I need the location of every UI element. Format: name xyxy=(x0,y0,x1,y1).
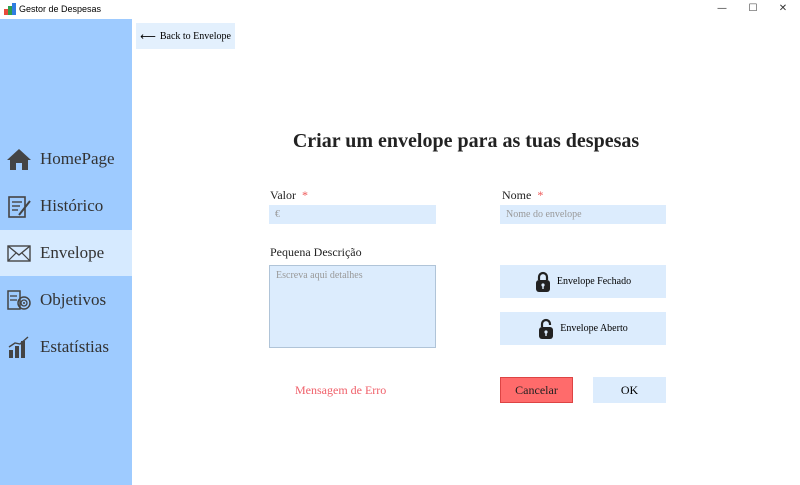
target-icon xyxy=(7,290,31,310)
page-title: Criar um envelope para as tuas despesas xyxy=(292,130,640,152)
sidebar-item-label: Histórico xyxy=(40,196,104,215)
history-icon xyxy=(8,196,31,218)
envelope-fechado-label: Envelope Fechado xyxy=(556,276,632,287)
back-button-label: Back to Envelope xyxy=(159,30,231,42)
minimize-button[interactable]: — xyxy=(707,1,737,17)
arrow-left-icon: ⟵ xyxy=(140,29,156,43)
error-message: Mensagem de Erro xyxy=(295,383,387,397)
envelope-fechado-button[interactable]: Envelope Fechado xyxy=(500,265,666,298)
sidebar-item-envelope[interactable]: Envelope xyxy=(0,230,132,276)
sidebar-item-objetivos[interactable]: Objetivos xyxy=(0,277,132,323)
window-title: Gestor de Despesas xyxy=(19,4,102,14)
lock-closed-icon xyxy=(535,271,550,292)
valor-label: Valor * xyxy=(270,188,308,202)
sidebar: HomePage Histórico Envelope Objetivos Es… xyxy=(0,19,132,485)
back-to-envelope-button[interactable]: ⟵ Back to Envelope xyxy=(136,23,235,49)
descricao-textarea[interactable]: Escreva aqui detalhes xyxy=(269,265,436,348)
envelope-icon xyxy=(7,245,31,262)
descricao-label: Pequena Descrição xyxy=(270,245,362,259)
envelope-aberto-label: Envelope Aberto xyxy=(560,323,628,334)
required-mark: * xyxy=(537,188,544,202)
sidebar-item-label: Objetivos xyxy=(40,290,107,309)
close-button[interactable]: ✕ xyxy=(768,1,798,17)
ok-button[interactable]: OK xyxy=(593,377,666,403)
bar-chart-icon xyxy=(8,336,29,358)
cancel-button[interactable]: Cancelar xyxy=(500,377,573,403)
valor-input[interactable]: € xyxy=(269,205,436,224)
sidebar-item-label: Estatístias xyxy=(40,337,109,356)
app-logo-icon xyxy=(4,3,16,15)
sidebar-item-label: Envelope xyxy=(40,243,105,262)
title-bar: Gestor de Despesas — ☐ ✕ xyxy=(0,0,800,19)
envelope-aberto-button[interactable]: Envelope Aberto xyxy=(500,312,666,345)
sidebar-item-label: HomePage xyxy=(40,149,115,168)
required-mark: * xyxy=(302,188,308,202)
lock-open-icon xyxy=(539,318,554,339)
nome-input[interactable]: Nome do envelope xyxy=(500,205,666,224)
nome-label: Nome * xyxy=(502,188,544,202)
home-icon xyxy=(7,149,31,170)
sidebar-item-estatisticas[interactable]: Estatístias xyxy=(0,324,132,370)
sidebar-item-historico[interactable]: Histórico xyxy=(0,183,132,229)
maximize-button[interactable]: ☐ xyxy=(738,1,768,17)
sidebar-item-homepage[interactable]: HomePage xyxy=(0,136,132,182)
